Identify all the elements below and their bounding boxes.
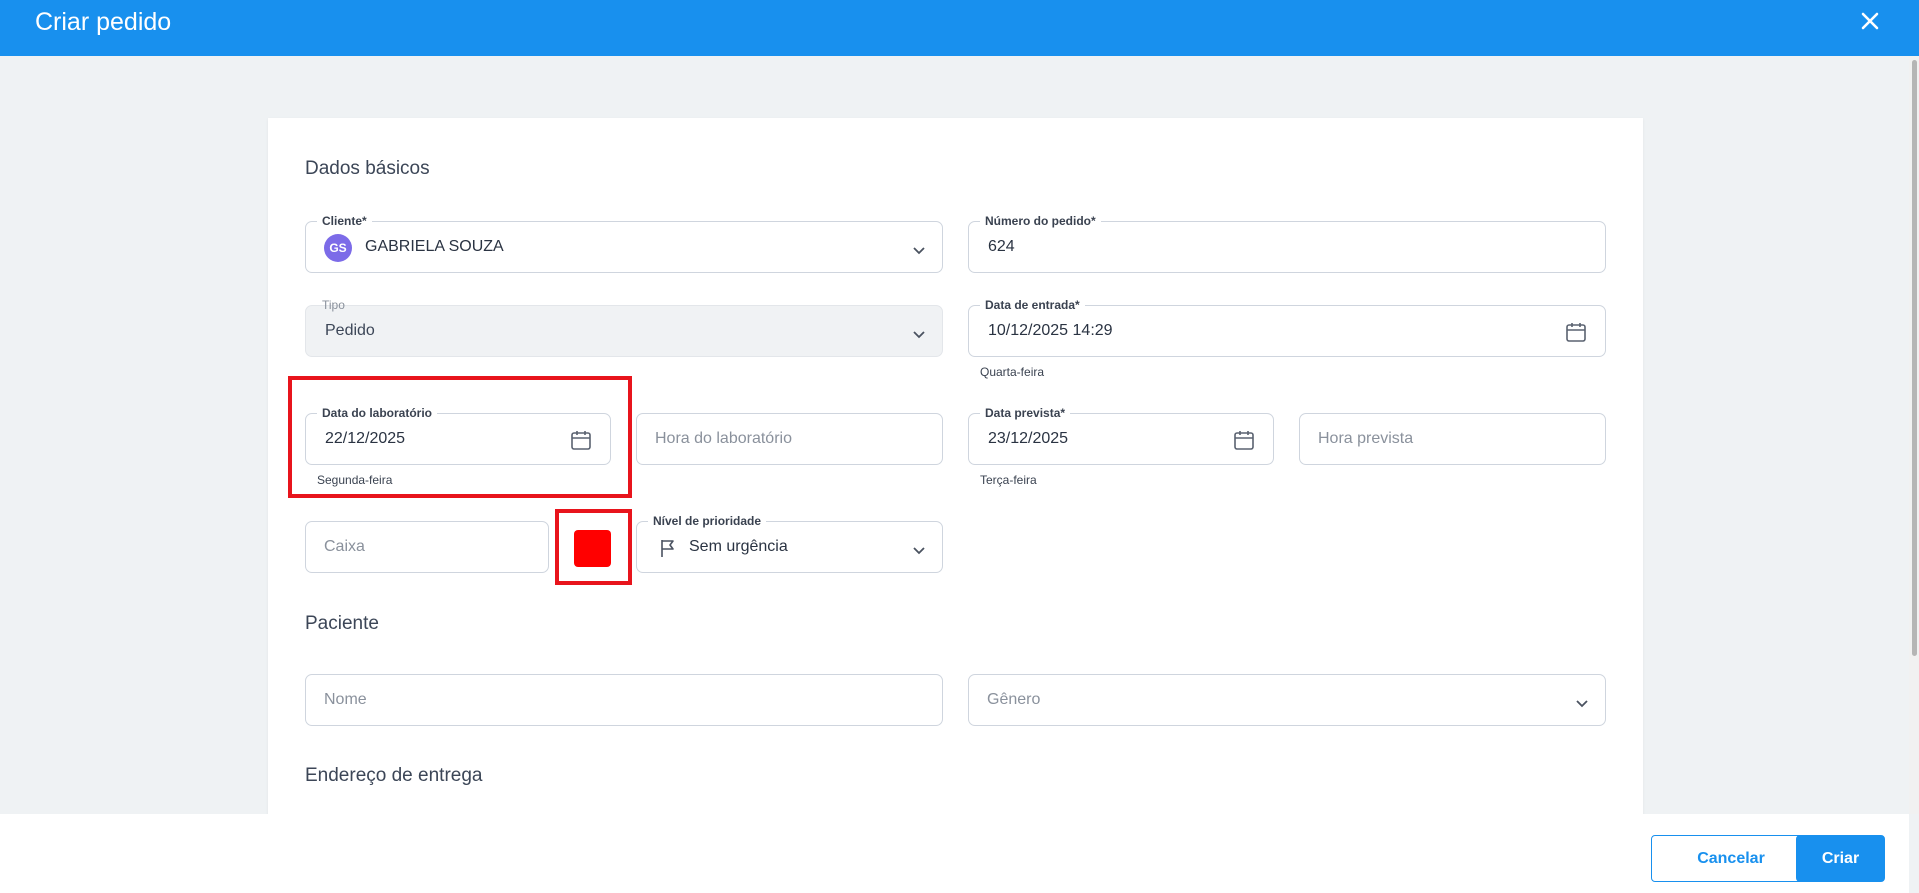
client-label: Cliente*	[317, 213, 372, 229]
entry-date-label: Data de entrada*	[980, 297, 1085, 313]
priority-label: Nível de prioridade	[648, 513, 767, 529]
modal-header: Criar pedido	[0, 0, 1919, 56]
section-title-basic: Dados básicos	[305, 158, 430, 179]
type-label: Tipo	[322, 298, 345, 312]
calendar-icon[interactable]	[1564, 320, 1588, 344]
order-number-value: 624	[988, 238, 1015, 255]
type-select: Tipo Pedido	[305, 298, 943, 357]
cancel-button[interactable]: Cancelar	[1651, 835, 1811, 882]
create-button[interactable]: Criar	[1796, 835, 1885, 882]
scrollbar-thumb[interactable]	[1912, 60, 1917, 656]
expected-date-field[interactable]: Data prevista* 23/12/2025	[968, 405, 1274, 465]
expected-date-label: Data prevista*	[980, 405, 1071, 421]
calendar-icon[interactable]	[1232, 428, 1256, 452]
chevron-down-icon	[912, 542, 926, 555]
close-icon[interactable]	[1855, 6, 1885, 36]
expected-date-value: 23/12/2025	[988, 430, 1069, 447]
section-title-patient: Paciente	[305, 613, 379, 634]
entry-date-field[interactable]: Data de entrada* 10/12/2025 14:29	[968, 297, 1606, 357]
lab-time-placeholder: Hora do laboratório	[655, 430, 792, 447]
type-value: Pedido	[325, 322, 375, 339]
box-field[interactable]: Caixa	[305, 521, 549, 573]
box-placeholder: Caixa	[324, 538, 365, 555]
lab-time-field[interactable]: Hora do laboratório	[636, 413, 943, 465]
expected-date-weekday: Terça-feira	[980, 473, 1037, 487]
expected-time-placeholder: Hora prevista	[1318, 430, 1414, 447]
highlight-box-lab-date	[288, 376, 632, 498]
section-title-delivery: Endereço de entrega	[305, 765, 483, 786]
gender-select[interactable]: Gênero	[968, 674, 1606, 726]
patient-name-field[interactable]: Nome	[305, 674, 943, 726]
patient-name-placeholder: Nome	[324, 691, 367, 708]
entry-date-weekday: Quarta-feira	[980, 365, 1045, 379]
priority-value: Sem urgência	[689, 538, 788, 555]
flag-icon	[659, 538, 677, 558]
chevron-down-icon	[1575, 695, 1589, 708]
order-number-label: Número do pedido*	[980, 213, 1101, 229]
order-number-field[interactable]: Número do pedido* 624	[968, 213, 1606, 273]
client-avatar: GS	[324, 234, 352, 262]
gender-placeholder: Gênero	[987, 691, 1041, 708]
client-value: GABRIELA SOUZA	[365, 238, 504, 255]
modal-title: Criar pedido	[35, 8, 172, 36]
expected-time-field[interactable]: Hora prevista	[1299, 413, 1606, 465]
chevron-down-icon	[912, 242, 926, 255]
entry-date-value: 10/12/2025 14:29	[988, 322, 1113, 339]
client-select[interactable]: Cliente* GS GABRIELA SOUZA	[305, 213, 943, 273]
highlight-box-color	[555, 509, 632, 585]
modal-footer	[0, 814, 1909, 893]
chevron-down-icon	[912, 326, 926, 339]
priority-select[interactable]: Nível de prioridade Sem urgência	[636, 513, 943, 573]
